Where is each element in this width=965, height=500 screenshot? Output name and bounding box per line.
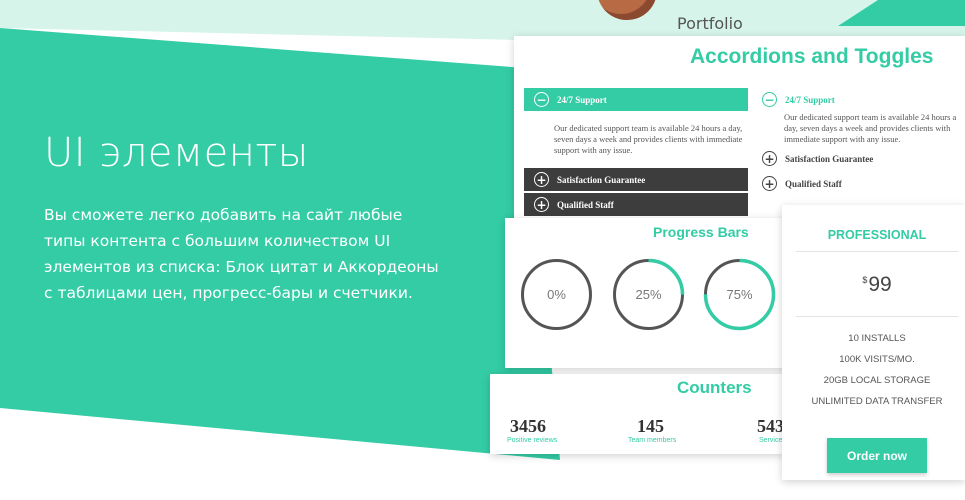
accordions-preview-card: Accordions and Toggles − 24/7 Support Ou… bbox=[514, 36, 965, 226]
toggle-item-label: Satisfaction Guarantee bbox=[785, 153, 874, 164]
pricing-table-card: PROFESSIONAL $99 10 INSTALLS 100K VISITS… bbox=[782, 205, 965, 480]
divider bbox=[796, 316, 958, 317]
accordion-item-label: 24/7 Support bbox=[557, 94, 607, 105]
accordion-item-staff[interactable]: + Qualified Staff bbox=[524, 193, 748, 216]
accordions-title: Accordions and Toggles bbox=[690, 45, 934, 68]
toggle-item-satisfaction[interactable]: + Satisfaction Guarantee bbox=[762, 147, 962, 170]
portfolio-link[interactable]: Portfolio bbox=[677, 14, 743, 33]
plan-price: $99 bbox=[782, 273, 965, 297]
progress-ring-75: 75% bbox=[702, 257, 777, 332]
counter-value: 543 bbox=[757, 416, 784, 436]
plan-feature: UNLIMITED DATA TRANSFER bbox=[811, 396, 943, 407]
toggle-body-text: Our dedicated support team is available … bbox=[784, 112, 957, 144]
toggle-item-label: Qualified Staff bbox=[785, 178, 842, 189]
plus-circle-icon: + bbox=[762, 176, 777, 191]
progress-ring-25: 25% bbox=[611, 257, 686, 332]
accordion-item-label: Qualified Staff bbox=[557, 199, 614, 210]
progress-bars-preview-card: Progress Bars 0% 25% 75% bbox=[505, 218, 805, 368]
progress-title: Progress Bars bbox=[653, 224, 749, 240]
toggle-item-staff[interactable]: + Qualified Staff bbox=[762, 172, 962, 195]
hero-title: UI элементы bbox=[44, 130, 309, 176]
divider bbox=[796, 251, 958, 252]
plus-circle-icon: + bbox=[762, 151, 777, 166]
plus-circle-icon: + bbox=[534, 197, 549, 212]
plan-name: PROFESSIONAL bbox=[827, 228, 927, 242]
minus-circle-icon: − bbox=[534, 92, 549, 107]
counters-preview-card: Counters 3456 Positive reviews 145 Team … bbox=[490, 374, 786, 454]
accordion-body-text: Our dedicated support team is available … bbox=[554, 123, 743, 155]
counter-label: Positive reviews bbox=[507, 437, 558, 444]
progress-ring-label: 25% bbox=[635, 287, 662, 302]
toggle-item-label: 24/7 Support bbox=[785, 94, 835, 105]
accordion-item-satisfaction[interactable]: + Satisfaction Guarantee bbox=[524, 168, 748, 191]
plan-feature: 10 INSTALLS bbox=[848, 333, 906, 344]
order-now-button[interactable]: Order now bbox=[827, 438, 927, 473]
accordion-item-label: Satisfaction Guarantee bbox=[557, 174, 646, 185]
currency-symbol: $ bbox=[862, 275, 868, 285]
minus-circle-icon: − bbox=[762, 92, 777, 107]
counter-label: Team members bbox=[628, 437, 677, 444]
hero-description: Вы сможете легко добавить на сайт любые … bbox=[44, 206, 439, 302]
progress-ring-0: 0% bbox=[519, 257, 594, 332]
accordion-item-support[interactable]: − 24/7 Support bbox=[524, 88, 748, 111]
plus-circle-icon: + bbox=[534, 172, 549, 187]
price-amount: 99 bbox=[868, 273, 892, 296]
counter-value: 3456 bbox=[510, 416, 546, 436]
plan-feature: 100K VISITS/MO. bbox=[839, 354, 915, 365]
counters-title: Counters bbox=[677, 378, 752, 397]
counter-value: 145 bbox=[637, 416, 664, 436]
progress-ring-label: 75% bbox=[726, 287, 753, 302]
progress-ring-label: 0% bbox=[547, 287, 566, 302]
toggle-item-support[interactable]: − 24/7 Support bbox=[762, 88, 962, 111]
plan-feature: 20GB LOCAL STORAGE bbox=[823, 375, 931, 386]
